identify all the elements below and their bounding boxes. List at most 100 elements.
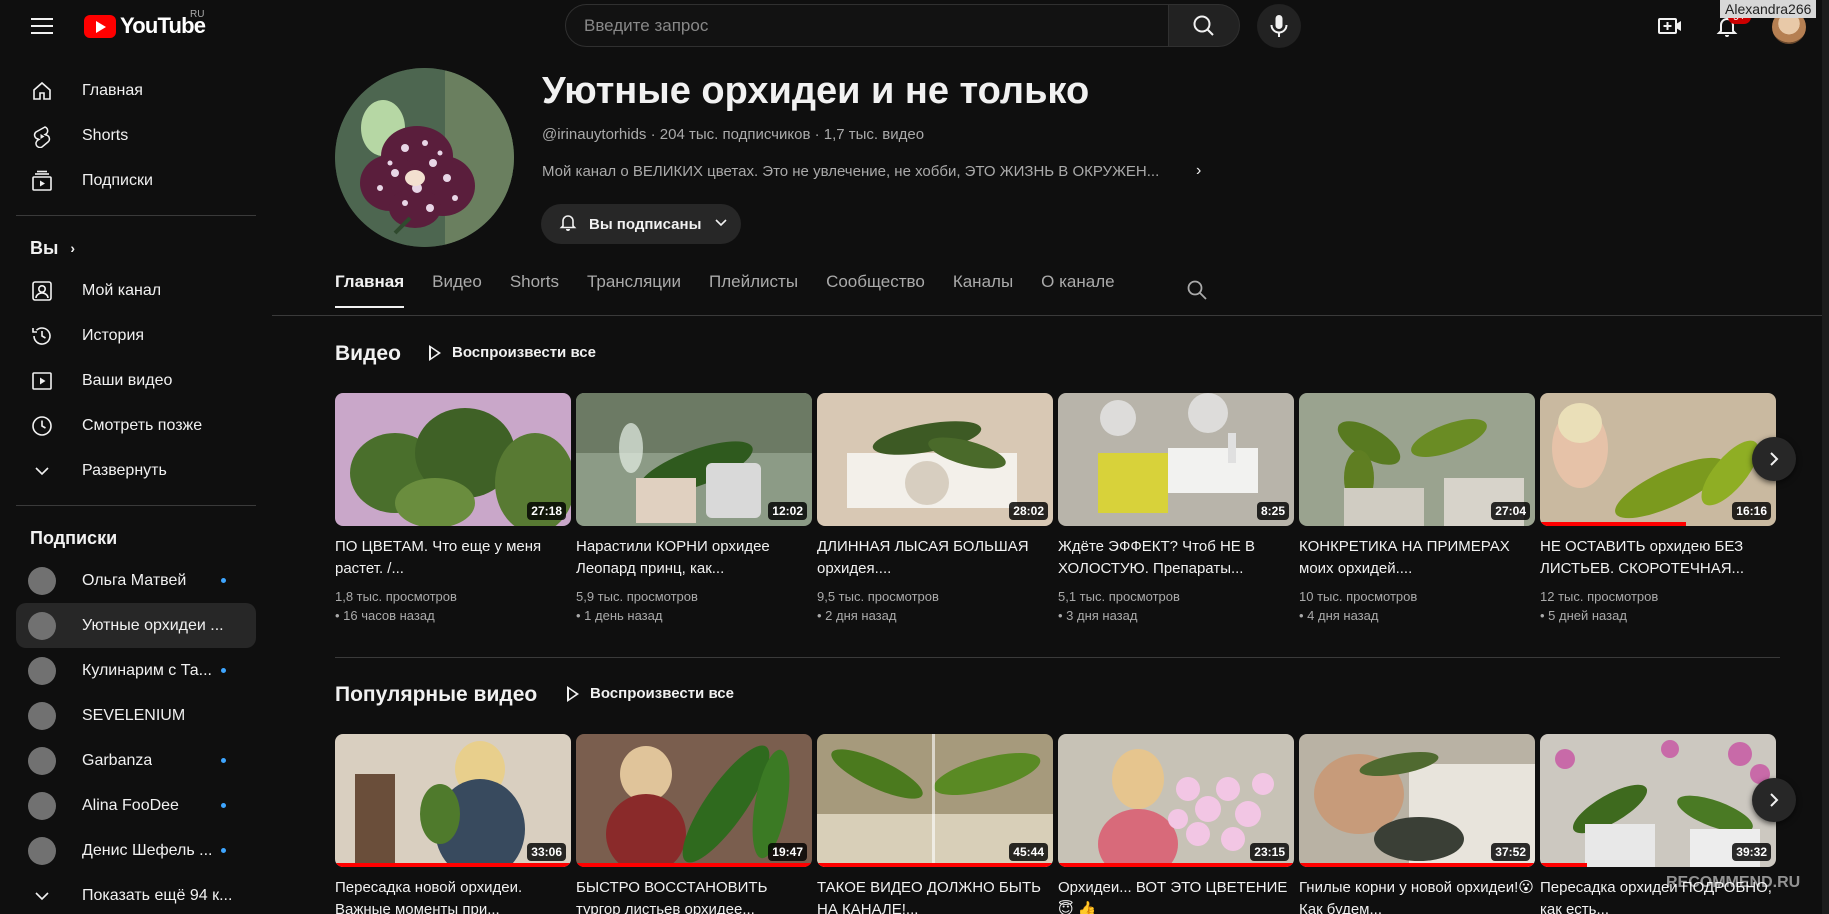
tab-home[interactable]: Главная bbox=[335, 272, 405, 314]
video-row-latest: 27:18 ПО ЦВЕТАМ. Что еще у меня растет. … bbox=[335, 393, 1781, 625]
video-title[interactable]: Нарастили КОРНИ орхидее Леопард принц, к… bbox=[576, 536, 812, 580]
sidebar-item-shorts[interactable]: Shorts bbox=[16, 113, 256, 158]
search-input[interactable] bbox=[566, 5, 1169, 46]
subscription-label: SEVELENIUM bbox=[82, 706, 186, 724]
video-title[interactable]: ПО ЦВЕТАМ. Что еще у меня растет. /... bbox=[335, 536, 571, 580]
video-title[interactable]: Ждёте ЭФФЕКТ? Чтоб НЕ В ХОЛОСТУЮ. Препар… bbox=[1058, 536, 1294, 580]
sidebar-item-home[interactable]: Главная bbox=[16, 68, 256, 113]
hamburger-menu-icon[interactable] bbox=[28, 13, 56, 39]
video-card[interactable]: 33:06 Пересадка новой орхидеи. Важные мо… bbox=[335, 734, 571, 914]
channel-title: Уютные орхидеи и не только bbox=[542, 70, 1090, 112]
video-title[interactable]: НЕ ОСТАВИТЬ орхидею БЕЗ ЛИСТЬЕВ. СКОРОТЕ… bbox=[1540, 536, 1776, 580]
subscription-item-active[interactable]: Уютные орхидеи ... bbox=[16, 603, 256, 648]
video-thumbnail[interactable]: 33:06 bbox=[335, 734, 571, 867]
video-card[interactable]: 37:52 Гнилые корни у новой орхидеи!😮 Как… bbox=[1299, 734, 1535, 914]
voice-search-button[interactable] bbox=[1257, 4, 1301, 48]
my-channel-icon bbox=[30, 279, 54, 303]
watch-later-icon bbox=[30, 414, 54, 438]
video-card[interactable]: 27:04 КОНКРЕТИКА НА ПРИМЕРАХ моих орхиде… bbox=[1299, 393, 1535, 625]
home-icon bbox=[30, 79, 54, 103]
video-age: • 4 дня назад bbox=[1299, 608, 1379, 623]
chevron-right-icon[interactable]: › bbox=[1196, 162, 1201, 180]
video-thumbnail[interactable]: 8:25 bbox=[1058, 393, 1294, 526]
create-video-button[interactable] bbox=[1656, 12, 1684, 40]
watch-progress-bar bbox=[335, 863, 571, 867]
tab-live[interactable]: Трансляции bbox=[587, 272, 681, 314]
video-card[interactable]: 12:02 Нарастили КОРНИ орхидее Леопард пр… bbox=[576, 393, 812, 625]
video-duration: 33:06 bbox=[527, 843, 566, 861]
video-thumbnail[interactable]: 27:04 bbox=[1299, 393, 1535, 526]
tab-playlists[interactable]: Плейлисты bbox=[709, 272, 798, 314]
tab-shorts[interactable]: Shorts bbox=[510, 272, 559, 314]
channel-description[interactable]: Мой канал о ВЕЛИКИХ цветах. Это не увлеч… bbox=[542, 163, 1182, 180]
video-card[interactable]: 45:44 ТАКОЕ ВИДЕО ДОЛЖНО БЫТЬ НА КАНАЛЕ!… bbox=[817, 734, 1053, 914]
sidebar-item-subscriptions[interactable]: Подписки bbox=[16, 158, 256, 203]
subscription-item[interactable]: Денис Шефель ... bbox=[16, 828, 256, 873]
play-all-button[interactable]: Воспроизвести все bbox=[429, 344, 596, 361]
sidebar-item-watch-later[interactable]: Смотреть позже bbox=[16, 403, 256, 448]
sidebar-item-label: Развернуть bbox=[82, 461, 167, 479]
sidebar-divider bbox=[16, 505, 256, 506]
video-thumbnail[interactable]: 12:02 bbox=[576, 393, 812, 526]
video-thumbnail[interactable]: 37:52 bbox=[1299, 734, 1535, 867]
subscription-item[interactable]: Alina FooDee bbox=[16, 783, 256, 828]
sidebar-item-my-channel[interactable]: Мой канал bbox=[16, 268, 256, 313]
tabs-divider bbox=[272, 315, 1829, 316]
subscription-item[interactable]: Garbanza bbox=[16, 738, 256, 783]
section-title-popular[interactable]: Популярные видео bbox=[335, 683, 537, 707]
video-thumbnail[interactable]: 27:18 bbox=[335, 393, 571, 526]
play-all-button[interactable]: Воспроизвести все bbox=[567, 685, 734, 702]
video-thumbnail[interactable]: 45:44 bbox=[817, 734, 1053, 867]
sidebar-you-heading[interactable]: Вы › bbox=[16, 228, 256, 268]
video-card[interactable]: 28:02 ДЛИННАЯ ЛЫСАЯ БОЛЬШАЯ орхидея.... … bbox=[817, 393, 1053, 625]
section-title-videos[interactable]: Видео bbox=[335, 342, 401, 366]
video-card[interactable]: 16:16 НЕ ОСТАВИТЬ орхидею БЕЗ ЛИСТЬЕВ. С… bbox=[1540, 393, 1776, 625]
video-age: • 1 день назад bbox=[576, 608, 663, 623]
subscriptions-heading-label: Подписки bbox=[30, 527, 118, 548]
video-title[interactable]: Гнилые корни у новой орхидеи!😮 Как будем… bbox=[1299, 877, 1535, 914]
search-icon bbox=[1193, 15, 1214, 36]
tab-videos[interactable]: Видео bbox=[432, 272, 482, 314]
subscription-item[interactable]: Ольга Матвей bbox=[16, 558, 256, 603]
watermark-text: RECOMMEND.RU bbox=[1666, 874, 1801, 891]
video-card[interactable]: 19:47 БЫСТРО ВОССТАНОВИТЬ тургор листьев… bbox=[576, 734, 812, 914]
next-videos-button[interactable] bbox=[1752, 437, 1796, 481]
subscribed-button[interactable]: Вы подписаны bbox=[541, 204, 741, 244]
video-age: • 3 дня назад bbox=[1058, 608, 1138, 623]
subscription-item[interactable]: Кулинарим с Та... bbox=[16, 648, 256, 693]
subscription-label: Денис Шефель ... bbox=[82, 841, 213, 859]
sidebar-item-history[interactable]: История bbox=[16, 313, 256, 358]
video-duration: 19:47 bbox=[768, 843, 807, 861]
channel-search-button[interactable] bbox=[1185, 278, 1209, 307]
video-thumbnail[interactable]: 23:15 bbox=[1058, 734, 1294, 867]
video-thumbnail[interactable]: 16:16 bbox=[1540, 393, 1776, 526]
search-button[interactable] bbox=[1168, 4, 1240, 47]
your-videos-icon bbox=[30, 369, 54, 393]
video-title[interactable]: БЫСТРО ВОССТАНОВИТЬ тургор листьев орхид… bbox=[576, 877, 812, 914]
video-title[interactable]: ДЛИННАЯ ЛЫСАЯ БОЛЬШАЯ орхидея.... bbox=[817, 536, 1053, 580]
video-card[interactable]: 27:18 ПО ЦВЕТАМ. Что еще у меня растет. … bbox=[335, 393, 571, 625]
video-title[interactable]: ТАКОЕ ВИДЕО ДОЛЖНО БЫТЬ НА КАНАЛЕ!... bbox=[817, 877, 1053, 914]
play-all-label: Воспроизвести все bbox=[452, 344, 596, 361]
youtube-logo[interactable]: YouTube RU bbox=[84, 9, 206, 39]
subscription-item[interactable]: SEVELENIUM bbox=[16, 693, 256, 738]
video-thumbnail[interactable]: 39:32 bbox=[1540, 734, 1776, 867]
video-thumbnail[interactable]: 28:02 bbox=[817, 393, 1053, 526]
next-popular-videos-button[interactable] bbox=[1752, 778, 1796, 822]
video-card[interactable]: 8:25 Ждёте ЭФФЕКТ? Чтоб НЕ В ХОЛОСТУЮ. П… bbox=[1058, 393, 1294, 625]
video-thumbnail[interactable]: 19:47 bbox=[576, 734, 812, 867]
sidebar-item-your-videos[interactable]: Ваши видео bbox=[16, 358, 256, 403]
video-title[interactable]: КОНКРЕТИКА НА ПРИМЕРАХ моих орхидей.... bbox=[1299, 536, 1535, 580]
sidebar-item-expand[interactable]: Развернуть bbox=[16, 448, 256, 493]
video-card[interactable]: 23:15 Орхидеи... ВОТ ЭТО ЦВЕТЕНИЕ 😇 👍 bbox=[1058, 734, 1294, 914]
video-title[interactable]: Пересадка новой орхидеи. Важные моменты … bbox=[335, 877, 571, 914]
tab-about[interactable]: О канале bbox=[1041, 272, 1114, 314]
subscription-label: Показать ещё 94 к... bbox=[82, 886, 233, 904]
show-more-subscriptions[interactable]: Показать ещё 94 к... bbox=[16, 873, 256, 914]
page-scrollbar[interactable] bbox=[1822, 0, 1829, 914]
video-title[interactable]: Орхидеи... ВОТ ЭТО ЦВЕТЕНИЕ 😇 👍 bbox=[1058, 877, 1294, 914]
channel-avatar-large[interactable] bbox=[335, 68, 514, 247]
tab-channels[interactable]: Каналы bbox=[953, 272, 1013, 314]
video-meta: 1,8 тыс. просмотров • 16 часов назад bbox=[335, 587, 571, 625]
tab-community[interactable]: Сообщество bbox=[826, 272, 925, 314]
